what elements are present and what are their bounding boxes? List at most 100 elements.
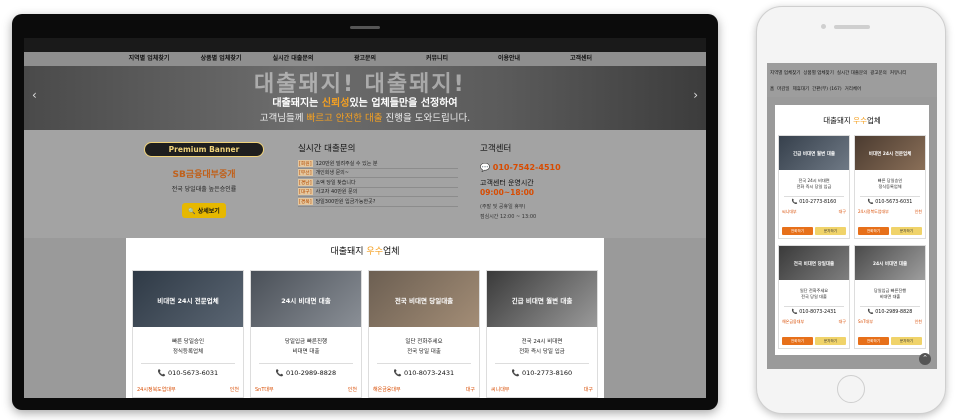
premium-banner-box: Premium Banner SB금융대부중개 전국 당일대출 높은승인률 🔍 … xyxy=(144,142,264,218)
mobile-company-card[interactable]: 24시 비대면 대출 당일입금 빠른진행 비대면 대출 📞 010-2989-8… xyxy=(854,245,926,349)
premium-detail-button[interactable]: 🔍 상세보기 xyxy=(182,203,226,218)
desktop-screen: 지역별 업체찾기 상품별 업체찾기 실시간 대출문의 광고문의 커뮤니티 이용안… xyxy=(24,38,706,398)
company-card[interactable]: 24시 비대면 대출 당일입금 빠른진행 비대면 대출 📞 010-2989-8… xyxy=(250,270,362,398)
sms-button[interactable]: 문자하기 xyxy=(891,227,922,235)
mobile-nav-item[interactable]: 지역별 업체찾기 xyxy=(770,70,800,76)
mobile-subnav-item[interactable]: 제휴대기 xyxy=(793,86,810,92)
sms-button[interactable]: 문자하기 xyxy=(891,337,922,345)
mobile-subnav-item[interactable]: 간판(부) (167) xyxy=(812,86,841,92)
company-card-image: 24시 비대면 대출 xyxy=(251,271,361,327)
phone-icon: 📞 xyxy=(511,369,520,377)
mobile-phone-mockup: 지역별 업체찾기 상품별 업체찾기 실시간 대출문의 광고문의 커뮤니티 홈 마… xyxy=(756,6,946,414)
company-name: 해온금융대부 xyxy=(373,387,401,393)
phone-camera xyxy=(821,24,826,29)
premium-banner-label: Premium Banner xyxy=(144,142,264,157)
lunch-time: 점심시간 12:00 ~ 13:00 xyxy=(480,214,537,220)
mobile-subnav-item[interactable]: 거리체어 xyxy=(845,86,862,92)
holiday-note: (주말 및 공휴일 휴무) xyxy=(480,204,526,210)
hours-label: 고객센터 운영시간 xyxy=(480,179,534,187)
mobile-nav-item[interactable]: 광고문의 xyxy=(870,70,887,76)
mobile-screen: 지역별 업체찾기 상품별 업체찾기 실시간 대출문의 광고문의 커뮤니티 홈 마… xyxy=(767,63,937,369)
phone-icon: 📞 xyxy=(157,369,166,377)
sms-button[interactable]: 문자하기 xyxy=(815,337,846,345)
phone-speaker xyxy=(834,25,870,29)
desktop-monitor-mockup: 지역별 업체찾기 상품별 업체찾기 실시간 대출문의 광고문의 커뮤니티 이용안… xyxy=(12,14,718,410)
phone-icon: 📞 xyxy=(275,369,284,377)
company-phone: 📞 010-2773-8160 xyxy=(495,363,589,377)
best-company-cards: 비대면 24시 전문업체 빠른 당일승인 정식등록업체 📞 010-5673-6… xyxy=(132,270,598,398)
mobile-best-section: 대출돼지 우수업체 긴급 비대면 월변 대출 전국 24시 비대면 전화 즉시 … xyxy=(775,105,929,355)
info-section: Premium Banner SB금융대부중개 전국 당일대출 높은승인률 🔍 … xyxy=(24,130,706,238)
phone-icon: 📞 xyxy=(867,200,874,205)
live-inquiry-row[interactable]: [회원] 120만원 빌려주실 수 있는 분 xyxy=(298,159,458,169)
premium-description: 전국 당일대출 높은승인률 xyxy=(171,186,237,193)
hours-value: 09:00~18:00 xyxy=(480,188,535,197)
live-inquiry-row[interactable]: [경북] 당일300만원 입금가능한곳? xyxy=(298,197,458,207)
call-button[interactable]: 전화하기 xyxy=(782,227,813,235)
customer-center-title: 고객센터 xyxy=(480,144,512,154)
premium-company-title[interactable]: SB금융대부중개 xyxy=(144,167,264,180)
best-companies-title: 대출돼지 우수업체 xyxy=(330,247,400,257)
mobile-subnav-item[interactable]: 홈 xyxy=(770,86,774,92)
live-inquiry-row[interactable]: [경남] 소액 당일 찾습니다 xyxy=(298,178,458,188)
company-card-image: 긴급 비대면 월변 대출 xyxy=(487,271,597,327)
phone-icon: 📞 xyxy=(867,310,874,315)
nav-item-ad-inquiry[interactable]: 광고문의 xyxy=(329,52,401,66)
live-inquiry-title: 실시간 대출문의 xyxy=(298,144,356,154)
company-name: 씨니대부 xyxy=(491,387,510,393)
company-region: 인천 xyxy=(347,387,357,393)
mobile-nav-item[interactable]: 실시간 대출문의 xyxy=(837,70,867,76)
hero-headline: 대출돼지는 신뢰성있는 업체들만을 선정하여 xyxy=(272,98,458,109)
live-inquiry-box: 실시간 대출문의 [회원] 120만원 빌려주실 수 있는 분 [무선] 개인회생 … xyxy=(298,142,458,207)
mobile-company-card[interactable]: 전국 비대면 당일대출 일단 전화주세요 전국 당일 대출 📞 010-8073… xyxy=(778,245,850,349)
company-card-image: 전국 비대면 당일대출 xyxy=(369,271,479,327)
best-companies-section: 대출돼지 우수업체 비대면 24시 전문업체 빠른 당일승인 정식등록업체 📞 … xyxy=(126,238,604,398)
top-strip xyxy=(24,38,706,52)
chat-bubble-icon: 💬 xyxy=(480,163,490,172)
call-button[interactable]: 전화하기 xyxy=(782,337,813,345)
phone-icon: 📞 xyxy=(791,310,798,315)
monitor-camera xyxy=(350,26,380,29)
live-inquiry-row[interactable]: [무선] 개인회생 문의~ xyxy=(298,169,458,178)
mobile-best-title: 대출돼지 우수업체 xyxy=(823,116,881,125)
company-card[interactable]: 전국 비대면 당일대출 일단 전화주세요 전국 당일 대출 📞 010-8073… xyxy=(368,270,480,398)
nav-item-region[interactable]: 지역별 업체찾기 xyxy=(113,52,185,66)
company-card[interactable]: 비대면 24시 전문업체 빠른 당일승인 정식등록업체 📞 010-5673-6… xyxy=(132,270,244,398)
nav-item-product[interactable]: 상품별 업체찾기 xyxy=(185,52,257,66)
scroll-top-icon[interactable]: ⌃ xyxy=(919,353,931,365)
company-region: 인천 xyxy=(229,387,239,393)
nav-item-community[interactable]: 커뮤니티 xyxy=(401,52,473,66)
mobile-nav: 지역별 업체찾기 상품별 업체찾기 실시간 대출문의 광고문의 커뮤니티 홈 마… xyxy=(767,63,937,97)
nav-item-live-inquiry[interactable]: 실시간 대출문의 xyxy=(257,52,329,66)
live-inquiry-row[interactable]: [대구] 사고자 40만원 문의 xyxy=(298,188,458,197)
company-card-image: 비대면 24시 전문업체 xyxy=(133,271,243,327)
mobile-company-cards: 긴급 비대면 월변 대출 전국 24시 비대면 전화 즉시 당일 입금 📞 01… xyxy=(778,135,926,349)
call-button[interactable]: 전화하기 xyxy=(858,337,889,345)
main-nav: 지역별 업체찾기 상품별 업체찾기 실시간 대출문의 광고문의 커뮤니티 이용안… xyxy=(24,52,706,66)
company-phone: 📞 010-8073-2431 xyxy=(377,363,471,377)
company-name: SnT대부 xyxy=(255,387,274,393)
phone-icon: 📞 xyxy=(791,200,798,205)
hero-subline: 고객님들께 빠르고 안전한 대출 진행을 도와드립니다. xyxy=(259,113,471,124)
mobile-company-card[interactable]: 비대면 24시 전문업체 빠른 당일승인 정식등록업체 📞 010-5673-6… xyxy=(854,135,926,239)
mobile-subnav-item[interactable]: 마감일 xyxy=(777,86,789,92)
sms-button[interactable]: 문자하기 xyxy=(815,227,846,235)
call-button[interactable]: 전화하기 xyxy=(858,227,889,235)
search-icon: 🔍 xyxy=(188,208,196,215)
phone-icon: 📞 xyxy=(393,369,402,377)
mobile-nav-item[interactable]: 상품별 업체찾기 xyxy=(803,70,833,76)
customer-center-phone[interactable]: 💬 010-7542-4510 xyxy=(480,163,600,172)
phone-home-button xyxy=(837,375,865,403)
mobile-nav-item[interactable]: 커뮤니티 xyxy=(890,70,907,76)
company-region: 대구 xyxy=(583,387,593,393)
company-region: 대구 xyxy=(465,387,475,393)
hero-banner: 대출돼지! 대출돼지! ‹ › 대출돼지는 신뢰성있는 업체들만을 선정하여 고… xyxy=(24,66,706,130)
company-phone: 📞 010-2989-8828 xyxy=(259,363,353,377)
company-card[interactable]: 긴급 비대면 월변 대출 전국 24시 비대면 전화 즉시 당일 입금 📞 01… xyxy=(486,270,598,398)
mobile-company-card[interactable]: 긴급 비대면 월변 대출 전국 24시 비대면 전화 즉시 당일 입금 📞 01… xyxy=(778,135,850,239)
company-phone: 📞 010-5673-6031 xyxy=(141,363,235,377)
company-name: 24시정북도업대부 xyxy=(137,387,176,393)
nav-item-guide[interactable]: 이용안내 xyxy=(473,52,545,66)
customer-center-box: 고객센터 💬 010-7542-4510 고객센터 운영시간 09:00~18:… xyxy=(480,142,600,220)
nav-item-customer-center[interactable]: 고객센터 xyxy=(545,52,617,66)
